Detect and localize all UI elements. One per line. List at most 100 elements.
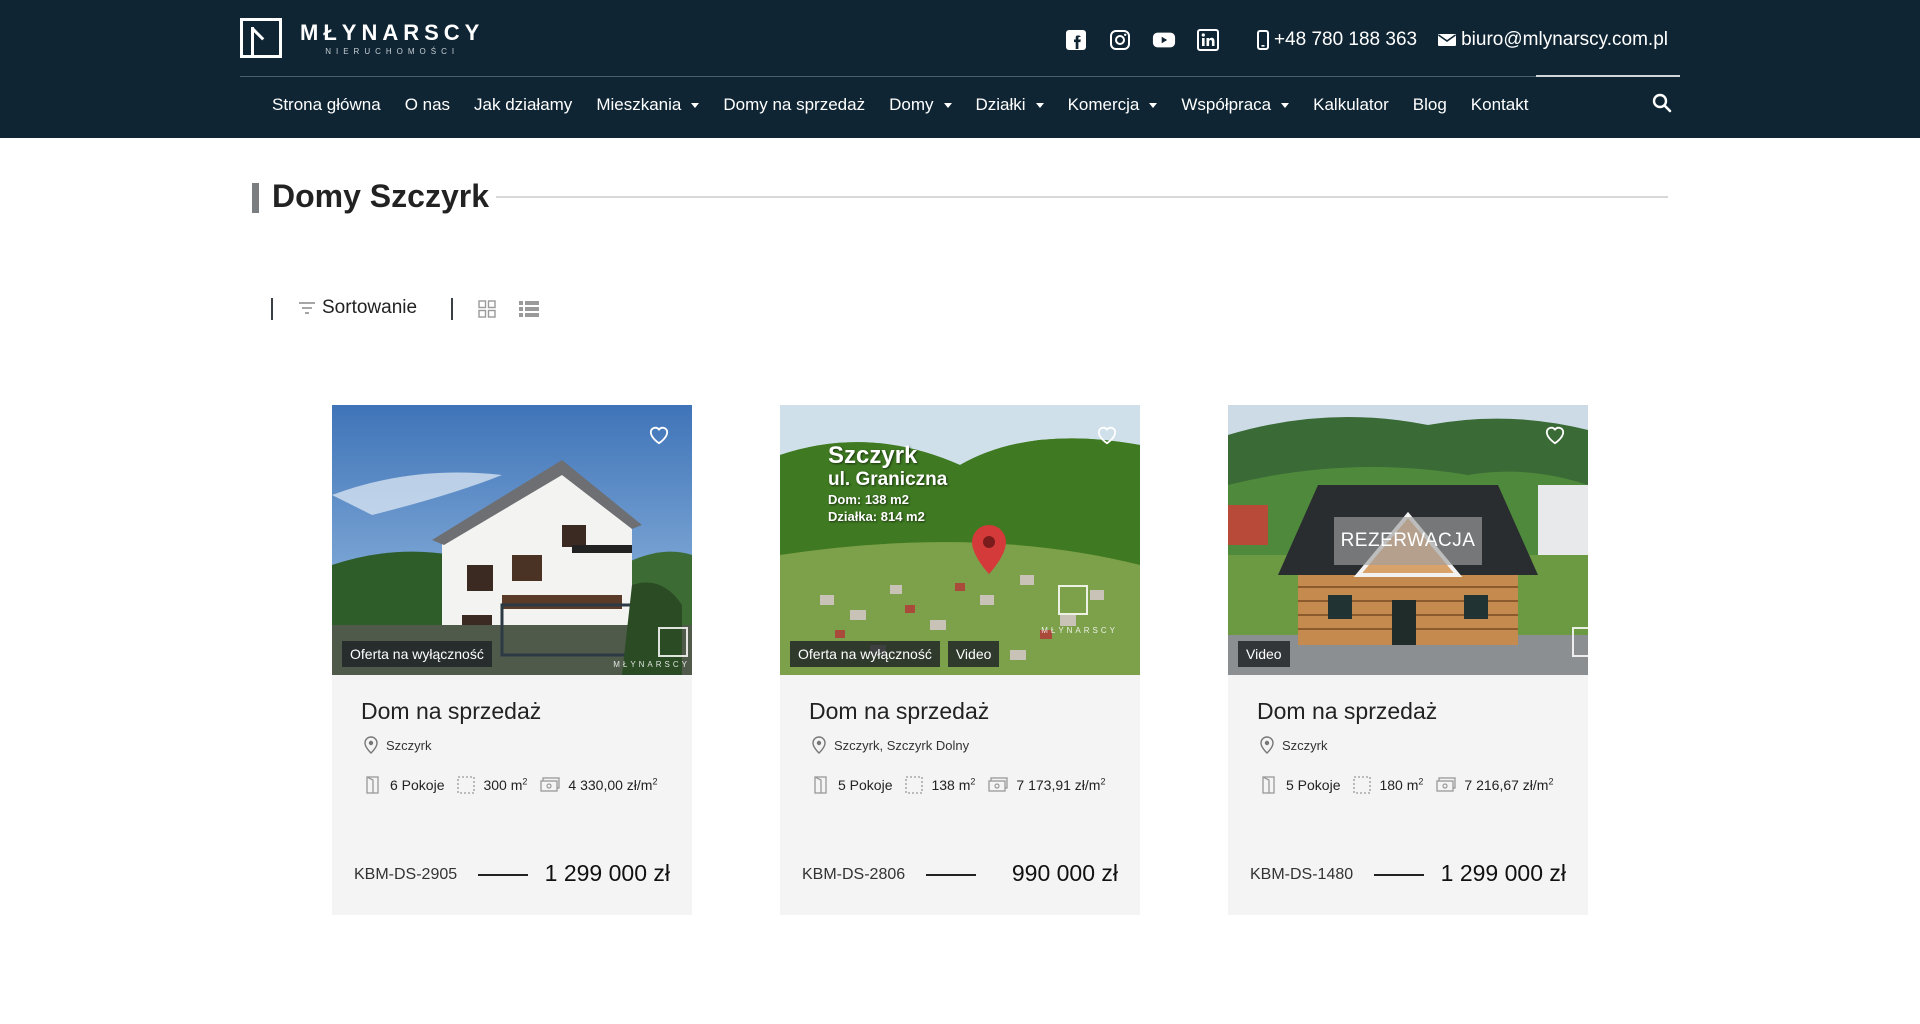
map-pin-icon (812, 736, 826, 754)
search-icon[interactable] (1652, 93, 1672, 113)
badge-list: Video (1238, 641, 1290, 667)
badge-exclusive: Oferta na wyłączność (342, 641, 492, 667)
site-header: MŁYNARSCY NIERUCHOMOŚCI +48 780 188 363 … (0, 0, 1920, 138)
feature-rooms: 5 Pokoje (1260, 776, 1340, 794)
badge-exclusive: Oferta na wyłączność (790, 641, 940, 667)
header-divider (240, 76, 1680, 77)
price-divider (478, 874, 528, 876)
reservation-status: REZERWACJA (1334, 517, 1482, 565)
nav-item-domy-na-sprzedaz[interactable]: Domy na sprzedaż (723, 95, 865, 115)
listing-code: KBM-DS-2905 (354, 866, 458, 883)
door-icon (814, 776, 827, 794)
listing-location: Szczyrk (364, 736, 432, 754)
listing-card[interactable]: MŁYNARSCY Oferta na wyłączność Dom na sp… (332, 405, 692, 915)
caret-down-icon (691, 102, 700, 108)
site-logo[interactable]: MŁYNARSCY NIERUCHOMOŚCI (240, 18, 484, 58)
heart-icon[interactable] (1096, 425, 1118, 445)
feature-area: 300 m2 (457, 776, 527, 794)
feature-area: 138 m2 (905, 776, 975, 794)
heart-icon[interactable] (648, 425, 670, 445)
nav-item-mieszkania[interactable]: Mieszkania (596, 95, 700, 115)
area-icon (905, 776, 924, 794)
price-divider (926, 874, 976, 876)
list-view-icon[interactable] (518, 300, 540, 318)
sort-label: Sortowanie (322, 297, 418, 318)
watermark-logo-icon (1058, 585, 1088, 615)
nav-item-dzialki[interactable]: Działki (976, 95, 1044, 115)
price-divider (1374, 874, 1424, 876)
toolbar-separator (451, 298, 453, 320)
listing-card[interactable]: Szczyrk ul. Graniczna Dom: 138 m2 Działk… (780, 405, 1140, 915)
listing-features: 6 Pokoje 300 m2 4 330,00 zł/m2 (364, 776, 671, 794)
nav-item-domy[interactable]: Domy (889, 95, 952, 115)
feature-area: 180 m2 (1353, 776, 1423, 794)
listing-price: 1 299 000 zł (544, 860, 670, 886)
nav-item-blog[interactable]: Blog (1413, 95, 1447, 115)
listing-title[interactable]: Dom na sprzedaż (1257, 698, 1437, 725)
caret-down-icon (1281, 102, 1290, 108)
youtube-icon[interactable] (1152, 28, 1176, 52)
sort-button[interactable]: Sortowanie (298, 297, 417, 319)
toolbar-separator (271, 298, 273, 320)
phone-link[interactable]: +48 780 188 363 (1256, 29, 1417, 51)
logo-name: MŁYNARSCY (300, 19, 485, 45)
listing-code: KBM-DS-2806 (802, 866, 906, 883)
listing-code: KBM-DS-1480 (1250, 866, 1354, 883)
house-photo (332, 405, 692, 675)
door-icon (366, 776, 379, 794)
nav-item-kontakt[interactable]: Kontakt (1471, 95, 1529, 115)
feature-price-per-m2: 7 173,91 zł/m2 (988, 777, 1106, 793)
phone-icon (1256, 30, 1269, 50)
door-icon (1262, 776, 1275, 794)
phone-number: +48 780 188 363 (1273, 29, 1418, 50)
money-icon (988, 777, 1009, 792)
caret-down-icon (1035, 102, 1044, 108)
feature-price-per-m2: 4 330,00 zł/m2 (540, 777, 658, 793)
map-pin-icon (364, 736, 378, 754)
listing-features: 5 Pokoje 138 m2 7 173,91 zł/m2 (812, 776, 1119, 794)
feature-rooms: 6 Pokoje (364, 776, 444, 794)
listing-location: Szczyrk, Szczyrk Dolny (812, 736, 969, 754)
listing-location: Szczyrk (1260, 736, 1328, 754)
nav-item-komercja[interactable]: Komercja (1068, 95, 1158, 115)
listing-photo[interactable]: REZERWACJA Video (1228, 405, 1588, 675)
listing-card[interactable]: REZERWACJA Video Dom na sprzedaż Szczyrk… (1228, 405, 1588, 915)
listing-photo[interactable]: MŁYNARSCY Oferta na wyłączność (332, 405, 692, 675)
money-icon (1436, 777, 1457, 792)
title-divider (496, 196, 1668, 198)
nav-item-strona-glowna[interactable]: Strona główna (272, 95, 381, 115)
money-icon (540, 777, 561, 792)
nav-item-wspolpraca[interactable]: Współpraca (1181, 95, 1290, 115)
grid-view-icon[interactable] (478, 300, 496, 318)
nav-item-o-nas[interactable]: O nas (405, 95, 450, 115)
listing-title[interactable]: Dom na sprzedaż (809, 698, 989, 725)
map-pin-icon (1260, 736, 1274, 754)
watermark-logo-icon (1572, 627, 1588, 657)
nav-item-jak-dzialamy[interactable]: Jak działamy (474, 95, 572, 115)
feature-rooms: 5 Pokoje (812, 776, 892, 794)
header-contact-bar: +48 780 188 363 biuro@mlynarscy.com.pl (1064, 28, 1668, 52)
photo-overlay-text: Szczyrk ul. Graniczna Dom: 138 m2 Działk… (828, 442, 948, 525)
badge-list: Oferta na wyłączność (342, 641, 492, 667)
listing-price: 990 000 zł (1011, 860, 1118, 886)
area-icon (457, 776, 476, 794)
email-address: biuro@mlynarscy.com.pl (1461, 29, 1668, 50)
facebook-icon[interactable] (1064, 28, 1088, 52)
feature-price-per-m2: 7 216,67 zł/m2 (1436, 777, 1554, 793)
logo-subtitle: NIERUCHOMOŚCI (325, 46, 460, 56)
badge-list: Oferta na wyłączność Video (790, 641, 1000, 667)
main-nav: Strona główna O nas Jak działamy Mieszka… (272, 92, 1552, 118)
title-accent-bar (252, 183, 259, 213)
listing-title[interactable]: Dom na sprzedaż (361, 698, 541, 725)
instagram-icon[interactable] (1108, 28, 1132, 52)
email-link[interactable]: biuro@mlynarscy.com.pl (1437, 29, 1668, 51)
watermark-logo-icon (658, 627, 688, 657)
listing-photo[interactable]: Szczyrk ul. Graniczna Dom: 138 m2 Działk… (780, 405, 1140, 675)
heart-icon[interactable] (1544, 425, 1566, 445)
header-divider-accent (1536, 75, 1680, 77)
caret-down-icon (1149, 102, 1158, 108)
watermark-text: MŁYNARSCY (1041, 626, 1118, 635)
area-icon (1353, 776, 1372, 794)
linkedin-icon[interactable] (1196, 28, 1220, 52)
nav-item-kalkulator[interactable]: Kalkulator (1313, 95, 1389, 115)
